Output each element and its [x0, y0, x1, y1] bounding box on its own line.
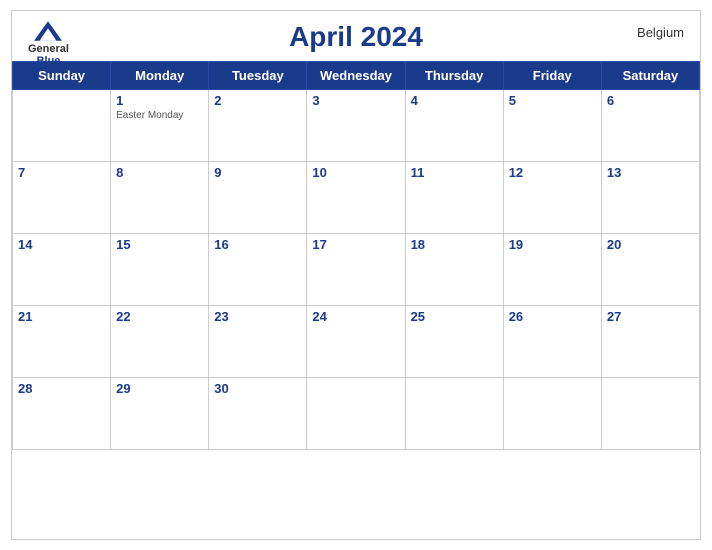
calendar-container: General Blue April 2024 Belgium Sunday M… [11, 10, 701, 540]
day-number: 20 [607, 237, 694, 252]
calendar-day-cell: 5 [503, 90, 601, 162]
day-number: 21 [18, 309, 105, 324]
day-number: 23 [214, 309, 301, 324]
calendar-day-cell: 12 [503, 162, 601, 234]
day-number: 7 [18, 165, 105, 180]
day-number: 13 [607, 165, 694, 180]
calendar-day-cell: 28 [13, 378, 111, 450]
calendar-day-cell: 20 [601, 234, 699, 306]
logo-area: General Blue [28, 21, 69, 67]
day-number: 2 [214, 93, 301, 108]
calendar-grid: Sunday Monday Tuesday Wednesday Thursday… [12, 61, 700, 450]
calendar-day-cell [307, 378, 405, 450]
calendar-day-cell [601, 378, 699, 450]
header-wednesday: Wednesday [307, 62, 405, 90]
calendar-day-cell: 18 [405, 234, 503, 306]
calendar-day-cell: 6 [601, 90, 699, 162]
calendar-week-row: 21 22 23 24 25 26 27 [13, 306, 700, 378]
country-label: Belgium [637, 25, 684, 40]
calendar-day-cell: 16 [209, 234, 307, 306]
day-number: 3 [312, 93, 399, 108]
calendar-week-row: 789 10 11 12 13 [13, 162, 700, 234]
day-number: 9 [214, 165, 301, 180]
calendar-day-cell: 24 [307, 306, 405, 378]
header-monday: Monday [111, 62, 209, 90]
day-number: 8 [116, 165, 203, 180]
day-number: 27 [607, 309, 694, 324]
header-saturday: Saturday [601, 62, 699, 90]
day-number: 30 [214, 381, 301, 396]
day-number: 18 [411, 237, 498, 252]
day-number: 28 [18, 381, 105, 396]
calendar-day-cell: 13 [601, 162, 699, 234]
header-thursday: Thursday [405, 62, 503, 90]
calendar-day-cell: 14 [13, 234, 111, 306]
day-number: 10 [312, 165, 399, 180]
day-number: 26 [509, 309, 596, 324]
calendar-day-cell [405, 378, 503, 450]
calendar-day-cell: 3 [307, 90, 405, 162]
calendar-day-cell: 19 [503, 234, 601, 306]
holiday-label: Easter Monday [116, 110, 203, 121]
day-number: 15 [116, 237, 203, 252]
calendar-day-cell: 17 [307, 234, 405, 306]
calendar-week-row: 28 29 30 [13, 378, 700, 450]
day-number: 5 [509, 93, 596, 108]
day-number: 16 [214, 237, 301, 252]
calendar-day-cell: 30 [209, 378, 307, 450]
logo-icon [34, 21, 62, 41]
weekday-header-row: Sunday Monday Tuesday Wednesday Thursday… [13, 62, 700, 90]
day-number: 25 [411, 309, 498, 324]
logo-general-text: General [28, 43, 69, 55]
day-number: 6 [607, 93, 694, 108]
calendar-day-cell: 23 [209, 306, 307, 378]
calendar-day-cell: 11 [405, 162, 503, 234]
day-number: 14 [18, 237, 105, 252]
day-number: 1 [116, 93, 203, 108]
logo-blue-text: Blue [37, 55, 61, 67]
calendar-day-cell: 9 [209, 162, 307, 234]
day-number: 24 [312, 309, 399, 324]
day-number: 11 [411, 165, 498, 180]
calendar-day-cell: 10 [307, 162, 405, 234]
day-number: 29 [116, 381, 203, 396]
calendar-day-cell: 25 [405, 306, 503, 378]
calendar-day-cell: 7 [13, 162, 111, 234]
calendar-week-row: 14 15 16 17 18 19 20 [13, 234, 700, 306]
month-title: April 2024 [289, 21, 423, 53]
day-number: 12 [509, 165, 596, 180]
day-number: 22 [116, 309, 203, 324]
calendar-day-cell: 27 [601, 306, 699, 378]
calendar-day-cell: 1 Easter Monday [111, 90, 209, 162]
calendar-day-cell: 26 [503, 306, 601, 378]
calendar-day-cell: 8 [111, 162, 209, 234]
calendar-day-cell: 21 [13, 306, 111, 378]
header-friday: Friday [503, 62, 601, 90]
calendar-day-cell: 2 [209, 90, 307, 162]
header-tuesday: Tuesday [209, 62, 307, 90]
calendar-day-cell [13, 90, 111, 162]
calendar-day-cell: 15 [111, 234, 209, 306]
day-number: 4 [411, 93, 498, 108]
calendar-day-cell [503, 378, 601, 450]
calendar-day-cell: 4 [405, 90, 503, 162]
calendar-week-row: 1 Easter Monday 23456 [13, 90, 700, 162]
day-number: 19 [509, 237, 596, 252]
calendar-header: General Blue April 2024 Belgium [12, 11, 700, 57]
day-number: 17 [312, 237, 399, 252]
calendar-day-cell: 29 [111, 378, 209, 450]
calendar-day-cell: 22 [111, 306, 209, 378]
